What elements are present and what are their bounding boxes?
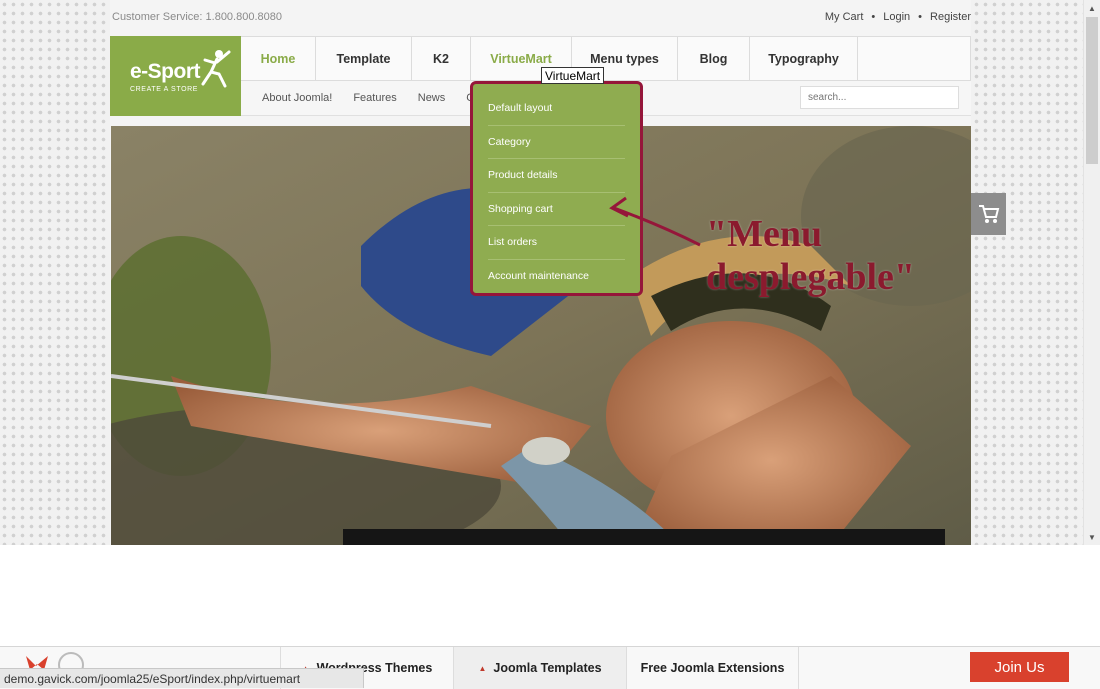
footer-tab-free-joomla-extensions[interactable]: Free Joomla Extensions bbox=[626, 647, 799, 689]
scroll-up-arrow-icon[interactable]: ▲ bbox=[1084, 0, 1100, 16]
virtuemart-dropdown-menu: Default layout Category Product details … bbox=[470, 81, 643, 296]
link-separator: • bbox=[918, 11, 923, 23]
customer-service-text: Customer Service: 1.800.800.8080 bbox=[112, 11, 282, 23]
main-nav: Home Template K2 VirtueMart Menu types B… bbox=[241, 36, 971, 81]
cart-button[interactable] bbox=[971, 193, 1006, 235]
dropdown-item-category[interactable]: Category bbox=[488, 126, 625, 160]
browser-status-bar: demo.gavick.com/joomla25/eSport/index.ph… bbox=[0, 668, 364, 688]
footer-tab-joomla-templates[interactable]: ▲ Joomla Templates bbox=[453, 647, 626, 689]
nav-typography[interactable]: Typography bbox=[750, 37, 858, 80]
vertical-scrollbar[interactable]: ▲ ▼ bbox=[1083, 0, 1100, 545]
scroll-down-arrow-icon[interactable]: ▼ bbox=[1084, 529, 1100, 545]
topbar-links: My Cart • Login • Register bbox=[825, 11, 971, 23]
link-separator: • bbox=[871, 11, 876, 23]
site-logo[interactable]: e-Sport CREATE A STORE bbox=[110, 36, 241, 116]
join-us-button[interactable]: Join Us bbox=[970, 652, 1069, 682]
login-link[interactable]: Login bbox=[883, 11, 910, 23]
annotation-label: "Menu desplegable" bbox=[706, 213, 915, 299]
search-input[interactable] bbox=[800, 86, 959, 109]
dropdown-item-default-layout[interactable]: Default layout bbox=[488, 92, 625, 126]
climber-figure-icon bbox=[201, 50, 231, 88]
nav-home[interactable]: Home bbox=[241, 37, 316, 80]
footer-tab-label: Free Joomla Extensions bbox=[640, 661, 785, 675]
shopping-cart-icon bbox=[978, 205, 999, 223]
footer-tab-label: Joomla Templates bbox=[493, 661, 602, 675]
annotation-line-1: "Menu bbox=[706, 213, 823, 255]
nav-template[interactable]: Template bbox=[316, 37, 412, 80]
subnav-news[interactable]: News bbox=[418, 92, 446, 104]
slider-indicator-strip bbox=[343, 529, 945, 545]
nav-blog[interactable]: Blog bbox=[678, 37, 750, 80]
register-link[interactable]: Register bbox=[930, 11, 971, 23]
dropdown-item-product-details[interactable]: Product details bbox=[488, 159, 625, 193]
subnav-features[interactable]: Features bbox=[353, 92, 396, 104]
triangle-icon: ▲ bbox=[478, 663, 487, 673]
annotation-line-2: desplegable" bbox=[706, 256, 915, 298]
subnav-about-joomla[interactable]: About Joomla! bbox=[262, 92, 332, 104]
dropdown-item-account-maintenance[interactable]: Account maintenance bbox=[488, 260, 625, 293]
my-cart-link[interactable]: My Cart bbox=[825, 11, 864, 23]
scroll-thumb[interactable] bbox=[1086, 17, 1098, 164]
annotation-arrow bbox=[609, 196, 701, 247]
nav-k2[interactable]: K2 bbox=[412, 37, 471, 80]
nav-tooltip: VirtueMart bbox=[541, 67, 605, 84]
